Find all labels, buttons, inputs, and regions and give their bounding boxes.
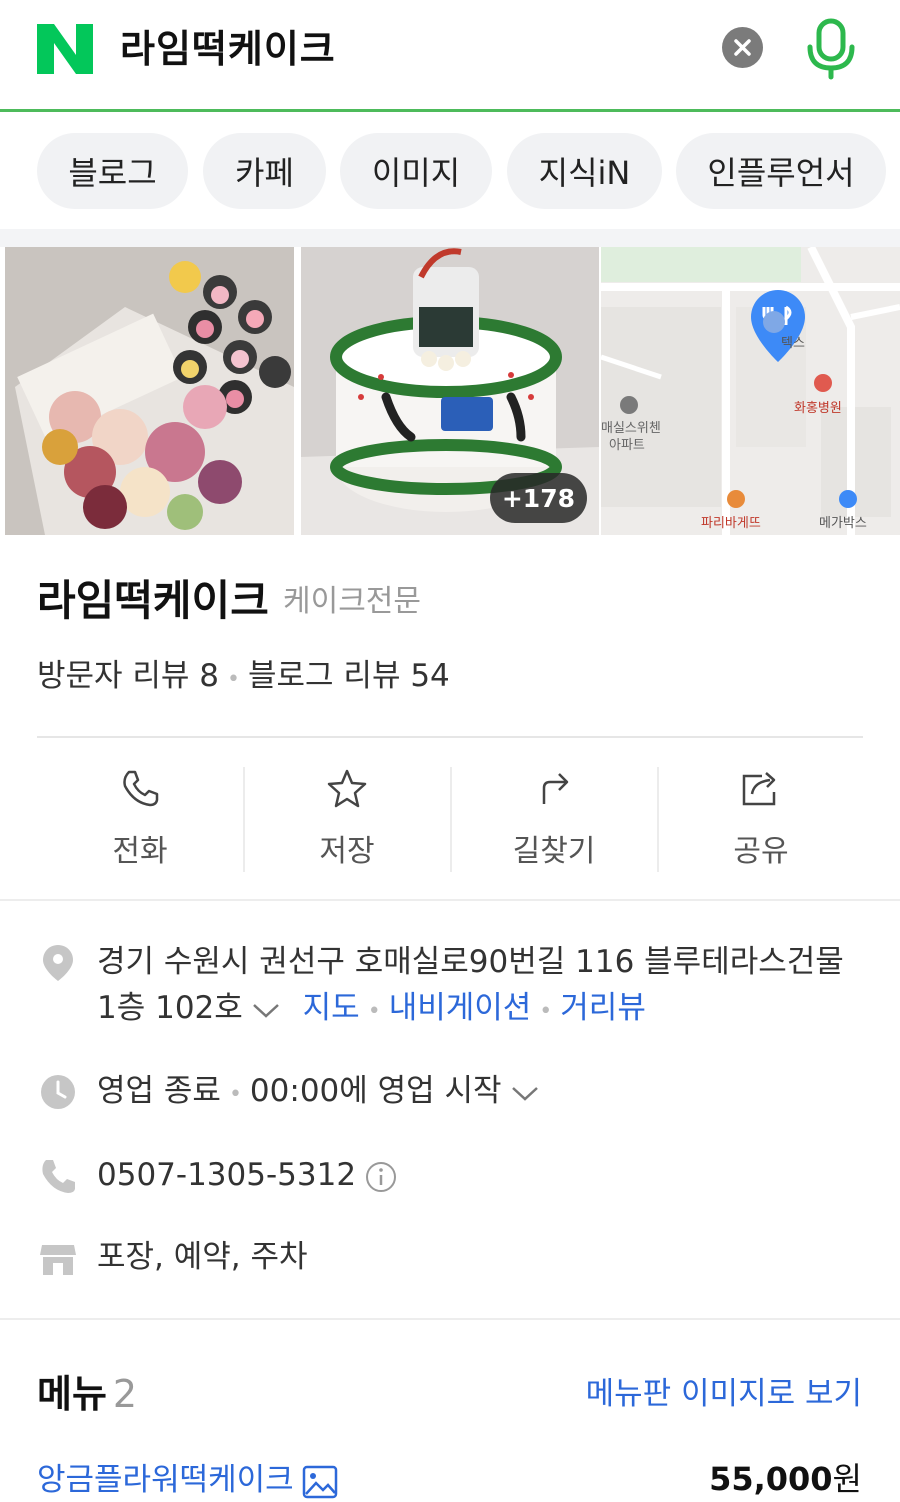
menu-title: 메뉴: [37, 1372, 107, 1416]
store-icon: [40, 1245, 76, 1275]
more-photos-badge[interactable]: +178: [489, 473, 587, 523]
tab-image[interactable]: 이미지: [340, 133, 492, 209]
info-icon[interactable]: [364, 1160, 398, 1194]
menu-count: 2: [112, 1372, 138, 1416]
call-label: 전화: [112, 834, 168, 869]
menu-item-price-row: 55,000원: [709, 1456, 862, 1502]
phone-icon: [42, 1160, 75, 1193]
search-tabs: 블로그 카페 이미지 지식iN 인플루언서: [0, 115, 900, 229]
star-icon: [327, 769, 367, 808]
map-label-cinema: 메가박스: [819, 516, 867, 531]
directions-label: 길찾기: [512, 834, 596, 869]
map-link[interactable]: 지도: [303, 990, 360, 1026]
call-button[interactable]: 전화: [37, 764, 243, 874]
menu-item-price: 55,000: [709, 1460, 833, 1498]
photo-flower-cake[interactable]: [5, 247, 294, 535]
photo-birthday-cake[interactable]: +178: [301, 247, 599, 535]
price-unit: 원: [832, 1460, 862, 1498]
street-view-link[interactable]: 거리뷰: [560, 990, 646, 1026]
menu-heading: 메뉴 2: [37, 1368, 137, 1420]
navigation-link[interactable]: 내비게이션: [389, 990, 532, 1026]
hours-next: 00:00에 영업 시작: [249, 1073, 502, 1109]
map-label-text: 텍스: [781, 336, 805, 351]
directions-icon: [542, 773, 569, 804]
review-summary: 방문자 리뷰 8 • 블로그 리뷰 54: [37, 655, 450, 701]
clock-icon: [41, 1075, 75, 1109]
phone-number[interactable]: 0507-1305-5312: [97, 1157, 356, 1193]
save-button[interactable]: 저장: [244, 764, 450, 874]
place-name: 라임떡케이크: [37, 576, 269, 625]
phone-row: 0507-1305-5312: [97, 1152, 398, 1198]
clear-search-button[interactable]: [722, 27, 763, 68]
search-query[interactable]: 라임떡케이크: [120, 22, 336, 76]
tab-influencer[interactable]: 인플루언서: [676, 133, 886, 209]
close-icon: [734, 39, 751, 56]
map-label-apartment: 매실스위첸: [601, 421, 661, 436]
map-label-hospital: 화홍병원: [794, 401, 842, 416]
place-category: 케이크전문: [283, 584, 421, 619]
directions-button[interactable]: 길찾기: [451, 764, 657, 874]
section-divider: [0, 1318, 900, 1320]
separator-dot: •: [367, 999, 381, 1024]
separator-dot: •: [539, 999, 553, 1024]
location-pin-icon: [43, 945, 73, 981]
tab-cafe[interactable]: 카페: [203, 133, 326, 209]
share-icon: [742, 772, 776, 806]
map-label-apartment-2: 아파트: [609, 438, 645, 453]
tab-blog[interactable]: 블로그: [37, 133, 188, 209]
separator-dot: •: [228, 1082, 242, 1107]
menu-item[interactable]: 앙금플라워떡케이크: [37, 1458, 338, 1502]
address-line-2-row: 1층 102호 지도 • 내비게이션 • 거리뷰: [97, 985, 646, 1035]
blog-review-link[interactable]: 블로그 리뷰 54: [248, 658, 450, 694]
visitor-review-link[interactable]: 방문자 리뷰 8: [37, 658, 219, 694]
microphone-icon[interactable]: [804, 18, 858, 80]
menu-item-name: 앙금플라워떡케이크: [37, 1462, 294, 1498]
address-line-2: 1층 102호: [97, 990, 243, 1026]
chevron-down-icon[interactable]: [510, 1083, 540, 1103]
divider: [37, 736, 863, 738]
hours-status: 영업 종료: [97, 1073, 221, 1109]
services: 포장, 예약, 주차: [97, 1239, 308, 1275]
section-divider: [0, 899, 900, 901]
share-label: 공유: [733, 834, 789, 869]
naver-logo-icon[interactable]: [37, 24, 93, 74]
menu-board-link[interactable]: 메뉴판 이미지로 보기: [586, 1372, 862, 1416]
address-line-1: 경기 수원시 권선구 호매실로90번길 116 블루테라스건물: [97, 944, 844, 980]
business-hours[interactable]: 영업 종료 • 00:00에 영업 시작: [97, 1068, 540, 1118]
phone-icon: [123, 770, 159, 807]
save-label: 저장: [319, 834, 375, 869]
location-map[interactable]: 텍스 화홍병원 매실스위첸 아파트 파리바게뜨 메가박스: [601, 247, 900, 535]
separator-dot: •: [227, 667, 241, 692]
section-gap: [0, 229, 900, 247]
image-icon: [302, 1465, 337, 1498]
chevron-down-icon[interactable]: [251, 1000, 281, 1020]
share-button[interactable]: 공유: [658, 764, 864, 874]
search-bar: 라임떡케이크: [0, 0, 900, 112]
tab-kin[interactable]: 지식iN: [507, 133, 662, 209]
map-label-bakery: 파리바게뜨: [701, 516, 761, 531]
